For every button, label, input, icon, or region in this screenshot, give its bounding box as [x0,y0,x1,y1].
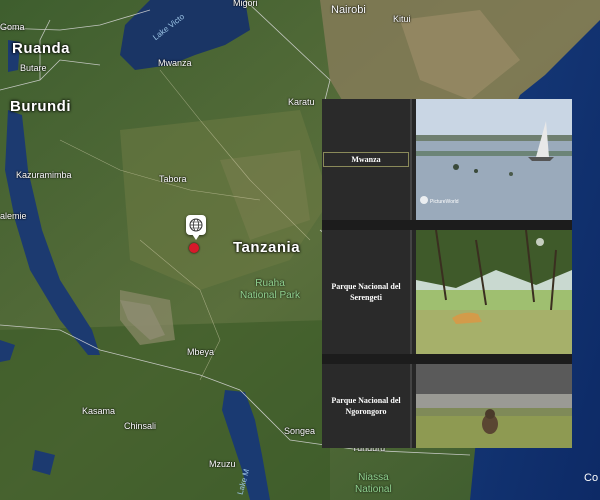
park-label-ruaha: Ruaha National Park [240,278,300,302]
place-row-ngorongoro[interactable]: Parque Nacional del Ngorongoro [322,364,572,448]
park-label-ruaha-line1: Ruaha [255,278,285,289]
city-label-kazuramimba: Kazuramimba [16,170,72,180]
lake-sailboat-photo: PictureWorld [416,99,572,220]
map-marker-dot[interactable] [189,243,199,253]
city-label-mwanza: Mwanza [158,58,192,68]
place-name-cell: Parque Nacional del Serengeti [322,230,412,354]
park-label-ruaha-line2: National Park [240,290,301,301]
place-name-mwanza: Mwanza [323,152,409,167]
places-panel: Mwanza PictureWorld Parque Nacional del … [322,99,572,448]
city-label-kitui: Kitui [393,14,411,24]
place-name-ngorongoro: Parque Nacional del Ngorongoro [331,396,401,416]
place-row-serengeti[interactable]: Parque Nacional del Serengeti [322,230,572,354]
park-label-niassa: Niassa National [355,472,392,496]
cheetah-photo [416,230,572,354]
city-label-edge: Co [584,472,599,484]
city-label-karatu: Karatu [288,97,315,107]
place-name-cell: Parque Nacional del Ngorongoro [322,364,412,448]
city-label-mbeya: Mbeya [187,347,215,357]
country-label-burundi: Burundi [10,98,71,115]
globe-icon [189,218,203,232]
place-thumb-mwanza[interactable]: PictureWorld [416,99,572,220]
city-label-migori: Migori [233,0,258,8]
country-label-tanzania: Tanzania [233,239,301,256]
place-name-serengeti: Parque Nacional del Serengeti [331,282,401,302]
place-row-mwanza[interactable]: Mwanza PictureWorld [322,99,572,220]
city-label-tabora: Tabora [159,174,187,184]
city-label-butare: Butare [20,63,47,73]
park-label-niassa-line2: National [355,484,392,495]
row-separator [322,354,572,364]
place-thumb-ngorongoro[interactable] [416,364,572,448]
city-label-songea: Songea [284,426,316,436]
photo-watermark: PictureWorld [430,199,459,205]
hyena-photo [416,364,572,448]
row-separator [322,220,572,230]
city-label-nairobi: Nairobi [331,4,366,16]
city-label-goma: Goma [0,22,25,32]
place-name-cell: Mwanza [322,99,412,220]
city-label-chinsali: Chinsali [124,421,157,431]
country-label-rwanda: Ruanda [12,40,71,57]
map-marker-pin[interactable] [186,215,206,240]
city-label-kasama: Kasama [82,406,116,416]
city-label-kalemie: alemie [0,211,27,221]
park-label-niassa-line1: Niassa [358,472,389,483]
city-label-mzuzu: Mzuzu [209,459,236,469]
place-thumb-serengeti[interactable] [416,230,572,354]
